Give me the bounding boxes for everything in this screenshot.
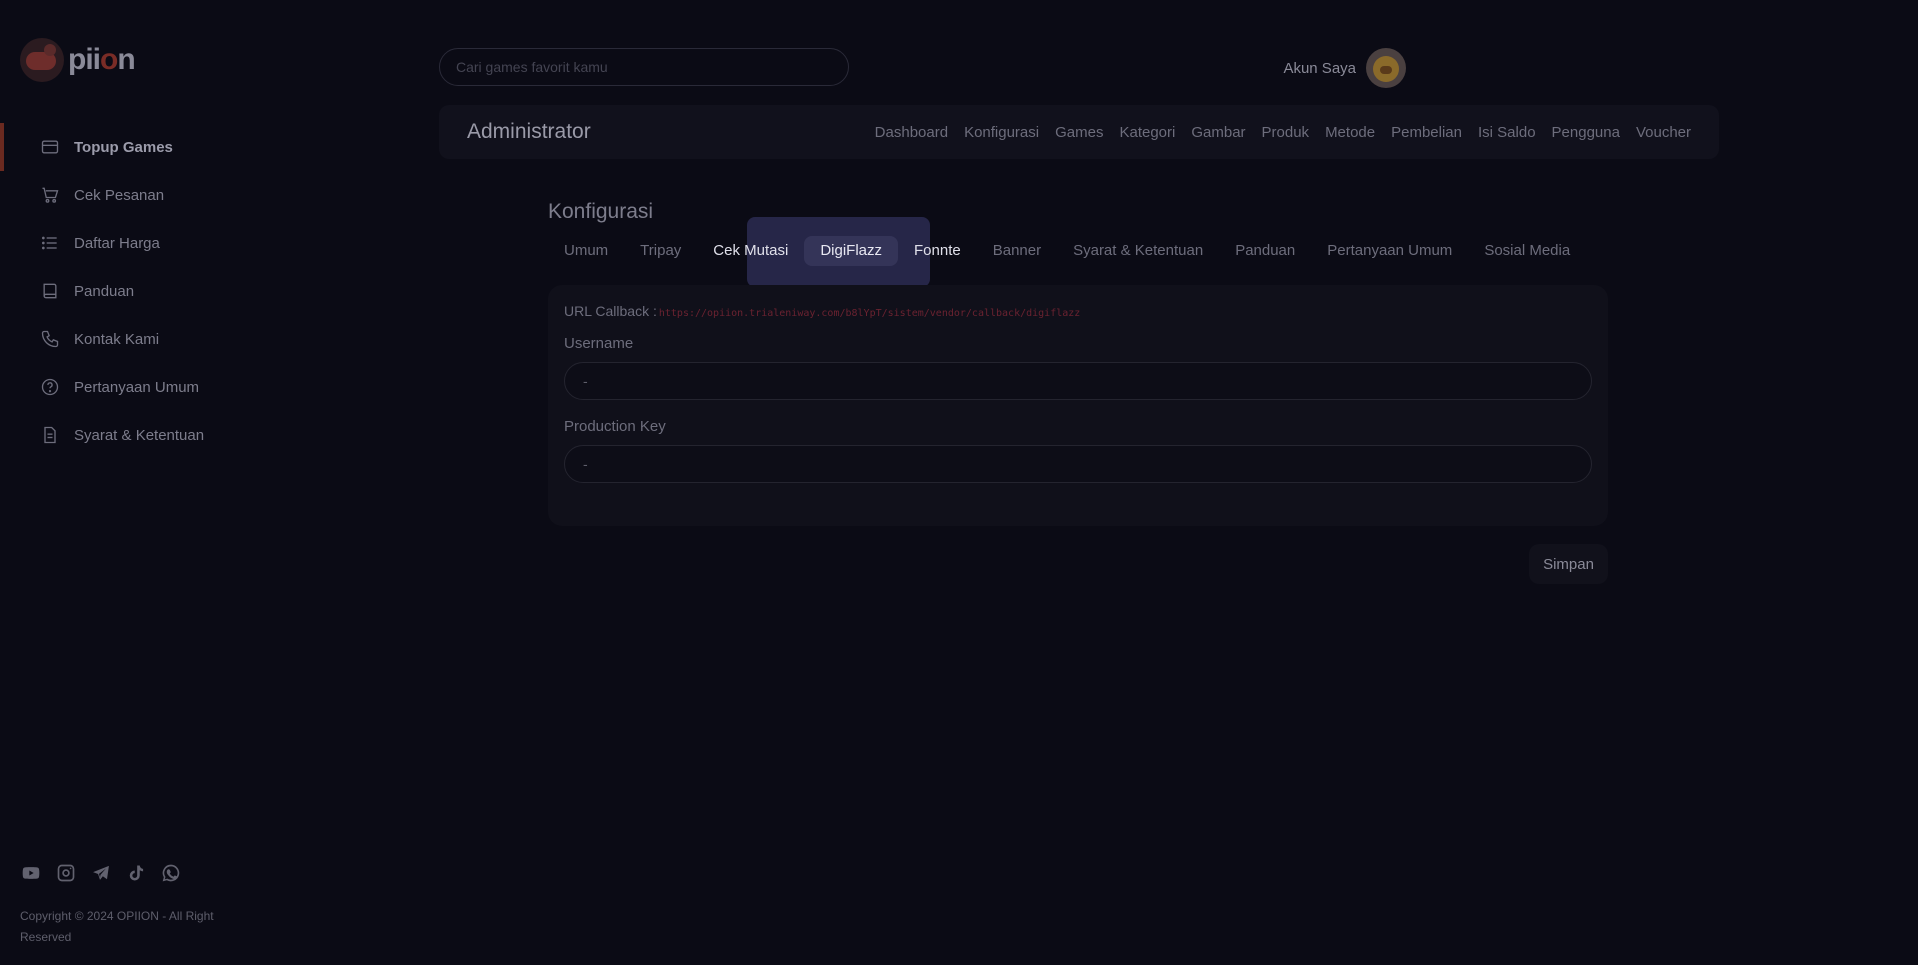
sidebar-item-label: Daftar Harga (74, 234, 160, 252)
avatar[interactable] (1366, 48, 1406, 88)
admin-title: Administrator (467, 120, 591, 143)
admin-link-metode[interactable]: Metode (1325, 124, 1375, 141)
search-input[interactable] (439, 48, 849, 86)
telegram-icon[interactable] (90, 862, 111, 883)
question-icon (41, 378, 59, 396)
whatsapp-icon[interactable] (160, 862, 181, 883)
brand-logo[interactable]: piion (20, 38, 136, 82)
callback-url[interactable]: https://opiion.trialeniway.com/b8lYpT/si… (659, 308, 1080, 319)
username-label: Username (564, 335, 634, 352)
page-title: Konfigurasi (548, 200, 654, 223)
tab-tripay[interactable]: Tripay (624, 236, 697, 266)
account-label: Akun Saya (1283, 59, 1356, 77)
sidebar-nav: Topup Games Cek Pesanan Daftar Harga Pan… (0, 123, 260, 459)
list-icon (42, 236, 57, 250)
callback-label: URL Callback : (564, 303, 657, 319)
cart-icon (42, 187, 59, 203)
production-key-label: Production Key (564, 418, 666, 435)
phone-icon (41, 330, 59, 348)
digiflazz-config-card: URL Callback : https://opiion.trialeniwa… (548, 285, 1608, 526)
admin-link-isi-saldo[interactable]: Isi Saldo (1478, 124, 1536, 141)
sidebar-item-label: Topup Games (74, 138, 173, 156)
sidebar-item-cek-pesanan[interactable]: Cek Pesanan (0, 171, 260, 219)
admin-navbar: Administrator Dashboard Konfigurasi Game… (439, 105, 1719, 159)
admin-link-dashboard[interactable]: Dashboard (875, 124, 948, 141)
tab-umum[interactable]: Umum (548, 236, 624, 266)
account-menu[interactable]: Akun Saya (1283, 48, 1406, 88)
tiktok-icon[interactable] (125, 862, 146, 883)
document-icon (44, 426, 56, 444)
admin-link-kategori[interactable]: Kategori (1119, 124, 1175, 141)
callback-row: URL Callback : https://opiion.trialeniwa… (564, 303, 1592, 319)
save-button[interactable]: Simpan (1529, 544, 1608, 584)
sidebar-item-label: Pertanyaan Umum (74, 378, 200, 396)
tab-fonnte[interactable]: Fonnte (898, 236, 977, 266)
sidebar-item-daftar-harga[interactable]: Daftar Harga (0, 219, 260, 267)
sidebar-item-label: Cek Pesanan (74, 186, 165, 204)
admin-link-pembelian[interactable]: Pembelian (1391, 124, 1462, 141)
admin-link-pengguna[interactable]: Pengguna (1552, 124, 1620, 141)
admin-link-konfigurasi[interactable]: Konfigurasi (964, 124, 1039, 141)
sidebar-item-pertanyaan-umum[interactable]: Pertanyaan Umum (0, 363, 260, 411)
social-links (20, 862, 181, 883)
youtube-icon[interactable] (20, 862, 41, 883)
config-tabs: Umum Tripay Cek Mutasi DigiFlazz Fonnte … (548, 236, 1586, 266)
credit-card-icon (41, 140, 59, 154)
copyright-text: Copyright © 2024 OPIION - All Right Rese… (20, 909, 214, 944)
username-field[interactable] (564, 362, 1592, 400)
admin-link-produk[interactable]: Produk (1262, 124, 1310, 141)
book-icon (43, 283, 57, 299)
sidebar-item-syarat-ketentuan[interactable]: Syarat & Ketentuan (0, 411, 260, 459)
admin-link-voucher[interactable]: Voucher (1636, 124, 1691, 141)
tab-banner[interactable]: Banner (977, 236, 1057, 266)
tab-digiflazz[interactable]: DigiFlazz (804, 236, 899, 266)
tab-syarat-ketentuan[interactable]: Syarat & Ketentuan (1057, 236, 1219, 266)
admin-link-gambar[interactable]: Gambar (1191, 124, 1245, 141)
sidebar-item-label: Syarat & Ketentuan (74, 426, 205, 444)
admin-link-games[interactable]: Games (1055, 124, 1103, 141)
sidebar-item-kontak-kami[interactable]: Kontak Kami (0, 315, 260, 363)
brand-wordmark: piion (68, 43, 136, 76)
instagram-icon[interactable] (55, 862, 76, 883)
sidebar-item-label: Kontak Kami (74, 330, 160, 348)
admin-links: Dashboard Konfigurasi Games Kategori Gam… (875, 124, 1691, 141)
gamepad-logo-icon (20, 38, 64, 82)
sidebar-item-label: Panduan (74, 282, 135, 300)
tab-cek-mutasi[interactable]: Cek Mutasi (697, 236, 804, 266)
tab-panduan[interactable]: Panduan (1219, 236, 1311, 266)
production-key-field[interactable] (564, 445, 1592, 483)
sidebar-item-panduan[interactable]: Panduan (0, 267, 260, 315)
tab-pertanyaan-umum[interactable]: Pertanyaan Umum (1311, 236, 1468, 266)
sidebar-item-topup-games[interactable]: Topup Games (0, 123, 260, 171)
tab-sosial-media[interactable]: Sosial Media (1468, 236, 1586, 266)
